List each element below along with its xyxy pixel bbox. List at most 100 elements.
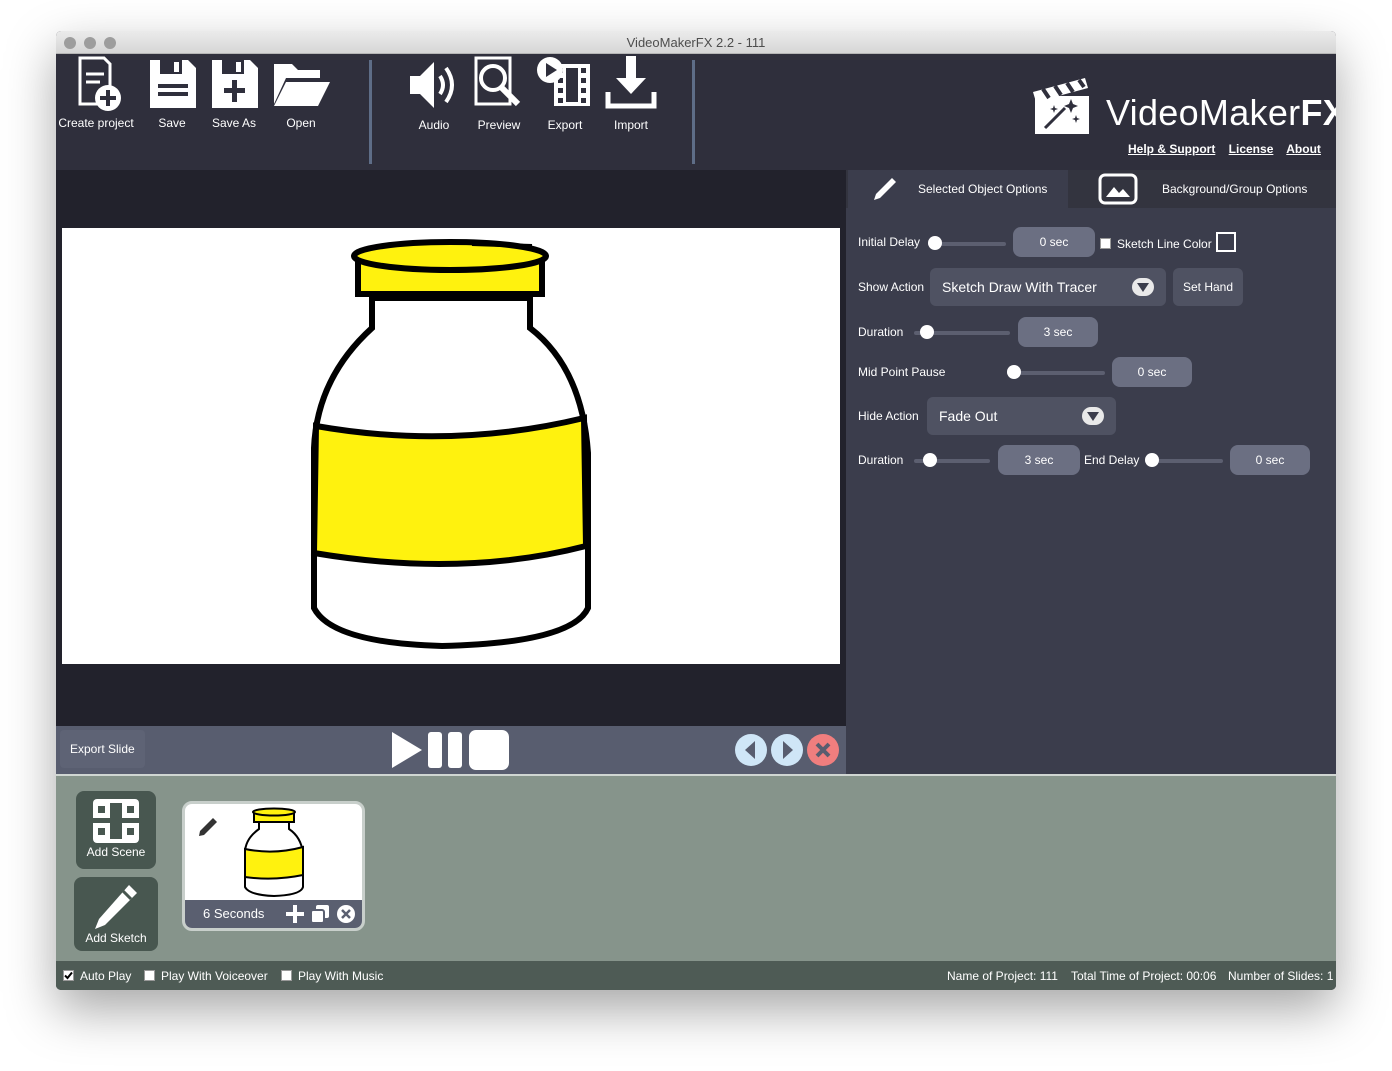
play-with-voiceover-label: Play With Voiceover [161,969,268,983]
hide-duration-label: Duration [858,453,904,467]
play-with-voiceover-checkbox[interactable] [144,970,155,981]
clapperboard-logo-icon [1033,78,1089,134]
main-toolbar: Create project Save Save As Open Audio P… [56,54,1336,170]
tab-selected-object-options[interactable]: Selected Object Options [848,170,1068,208]
about-link[interactable]: About [1286,142,1321,156]
mid-point-pause-value[interactable]: 0 sec [1112,357,1192,387]
export-label: Export [547,118,583,132]
speaker-icon [410,62,454,108]
pause-icon[interactable] [426,730,466,770]
save-label: Save [158,116,186,130]
slide-canvas[interactable] [62,228,840,664]
chevron-down-icon [1082,407,1104,425]
create-project-label: Create project [58,116,134,130]
mid-point-pause-slider-handle[interactable] [1007,365,1021,379]
open-label: Open [286,116,316,130]
app-window: VideoMakerFX 2.2 - 111 Create project Sa… [56,31,1336,990]
toolbar-divider [369,60,372,164]
player-bar: Export Slide [56,726,846,774]
film-scene-icon [93,799,139,843]
brand-name-bold: FX [1300,92,1336,133]
pencil-icon [199,818,217,836]
duration-label: Duration [858,325,904,339]
stop-icon[interactable] [468,729,510,771]
chevron-down-icon [1132,278,1154,296]
add-sketch-label: Add Sketch [85,931,147,945]
hide-duration-slider-handle[interactable] [923,453,937,467]
next-arrow-icon[interactable] [770,733,804,767]
open-button[interactable]: Open [268,54,334,170]
brand-name-light: VideoMaker [1106,92,1301,133]
mid-point-pause-label: Mid Point Pause [858,365,946,379]
end-delay-value[interactable]: 0 sec [1230,445,1310,475]
import-button[interactable]: Import [600,54,662,170]
plus-icon[interactable] [285,904,305,924]
checkmark-icon [64,971,73,980]
add-scene-label: Add Scene [86,845,146,859]
preview-button[interactable]: Preview [468,54,530,170]
duplicate-icon[interactable] [310,904,330,924]
play-with-music-label: Play With Music [298,969,384,983]
duration-slider-handle[interactable] [920,325,934,339]
download-import-icon [605,56,657,109]
add-sketch-button[interactable]: Add Sketch [74,877,158,951]
film-export-icon [537,57,590,106]
initial-delay-value[interactable]: 0 sec [1013,227,1095,257]
audio-button[interactable]: Audio [402,54,466,170]
jar-thumbnail [244,807,304,898]
tab-background-label: Background/Group Options [1162,182,1308,196]
duration-value[interactable]: 3 sec [1018,317,1098,347]
save-button[interactable]: Save [142,54,202,170]
hide-duration-value[interactable]: 3 sec [998,445,1080,475]
show-action-label: Show Action [858,280,925,294]
end-delay-label: End Delay [1084,453,1140,467]
initial-delay-slider-handle[interactable] [928,236,942,250]
landscape-image-icon [1098,173,1138,205]
show-action-dropdown[interactable]: Sketch Draw With Tracer [930,268,1166,306]
help-support-link[interactable]: Help & Support [1128,142,1215,156]
project-name: Name of Project: 111 [947,969,1058,983]
jar-sketch[interactable] [62,228,840,664]
play-with-music-checkbox[interactable] [281,970,292,981]
set-hand-button[interactable]: Set Hand [1173,268,1243,306]
previous-arrow-icon[interactable] [734,733,768,767]
tab-background-group-options[interactable]: Background/Group Options [1080,170,1336,208]
folder-open-icon [274,64,330,106]
pencil-icon [874,178,896,200]
save-as-label: Save As [211,116,257,130]
delete-close-icon[interactable] [806,733,840,767]
slide-thumbnail[interactable]: 6 Seconds [182,801,365,931]
export-slide-button[interactable]: Export Slide [60,730,145,768]
create-project-button[interactable]: Create project [56,54,136,170]
sketch-line-color-checkbox[interactable] [1100,238,1111,249]
auto-play-label: Auto Play [80,969,132,983]
add-scene-button[interactable]: Add Scene [76,791,156,869]
sketch-line-color-swatch[interactable] [1216,232,1236,252]
preview-magnifier-icon [474,56,521,107]
mid-point-pause-slider[interactable] [1007,371,1105,375]
save-as-icon [212,60,258,108]
license-link[interactable]: License [1229,142,1274,156]
hide-action-dropdown[interactable]: Fade Out [927,397,1116,435]
end-delay-slider-handle[interactable] [1145,453,1159,467]
pencil-sketch-icon [95,885,137,929]
import-label: Import [613,118,648,132]
title-bar: VideoMakerFX 2.2 - 111 [56,31,1336,54]
show-action-value: Sketch Draw With Tracer [942,279,1097,295]
play-icon[interactable] [390,730,424,770]
slides-area: Add Scene Add Sketch 6 Seconds [56,774,1336,961]
options-tabs: Selected Object Options Background/Group… [846,170,1336,208]
slide-duration: 6 Seconds [203,906,265,921]
tab-selected-label: Selected Object Options [918,182,1048,196]
save-as-button[interactable]: Save As [204,54,264,170]
auto-play-checkbox[interactable] [63,970,74,981]
audio-label: Audio [418,118,450,132]
preview-label: Preview [477,118,521,132]
export-button[interactable]: Export [532,54,598,170]
save-icon [150,60,196,108]
sketch-line-color-label: Sketch Line Color [1117,237,1212,251]
close-icon[interactable] [336,904,356,924]
brand-name: VideoMakerFX [1106,92,1336,134]
toolbar-divider [692,60,695,164]
hide-action-value: Fade Out [939,408,998,424]
